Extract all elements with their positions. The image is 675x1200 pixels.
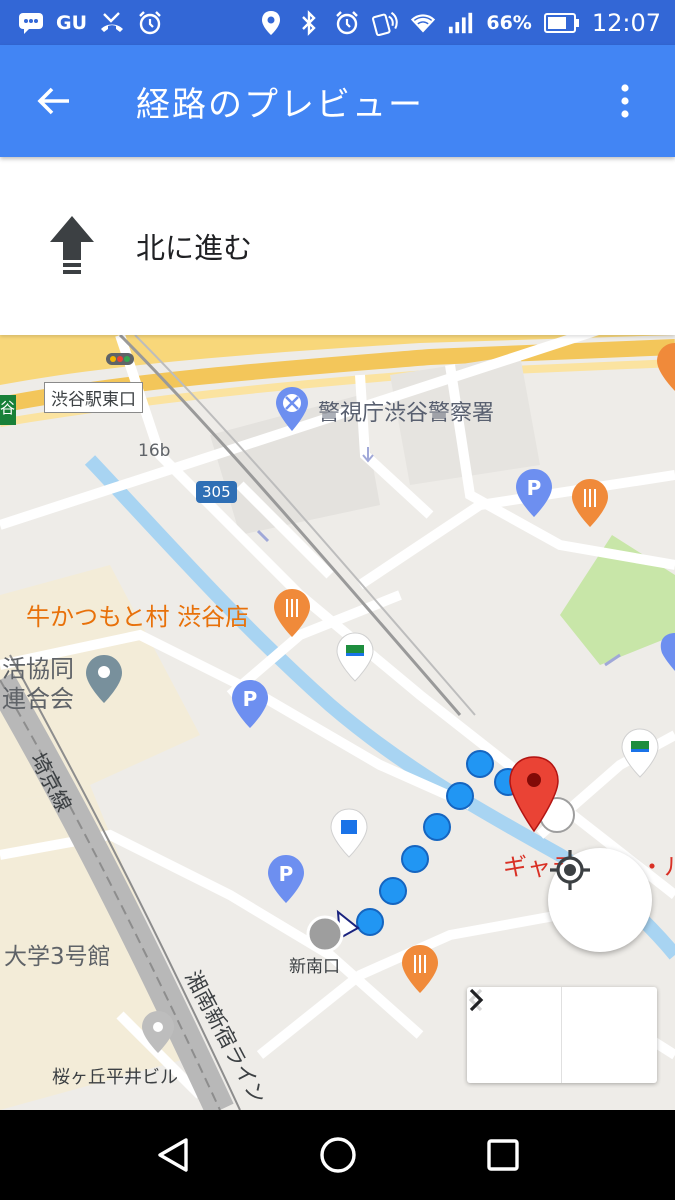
arrow-back-icon bbox=[37, 87, 69, 115]
my-location-icon bbox=[550, 850, 590, 890]
battery-icon bbox=[543, 10, 580, 36]
alarm-icon bbox=[334, 10, 360, 36]
road-code-label: 16b bbox=[138, 441, 171, 461]
store-poi-icon bbox=[621, 728, 659, 778]
nfc-icon bbox=[372, 10, 399, 36]
restaurant-label: 牛かつもと村 渋谷店 bbox=[26, 603, 250, 631]
system-home-button[interactable] bbox=[308, 1125, 368, 1185]
home-circle-icon bbox=[319, 1137, 356, 1173]
back-triangle-icon bbox=[157, 1138, 188, 1172]
next-step-button[interactable] bbox=[469, 987, 657, 1083]
station-exit-label: 渋谷駅東口 bbox=[44, 382, 143, 413]
bluetooth-icon bbox=[296, 9, 322, 36]
svg-text:P: P bbox=[243, 687, 258, 711]
step-navigation bbox=[467, 987, 657, 1083]
location-icon bbox=[258, 10, 284, 36]
start-marker bbox=[306, 915, 344, 953]
arrow-up-icon bbox=[50, 216, 94, 274]
svg-text:P: P bbox=[527, 476, 542, 500]
page-title: 経路のプレビュー bbox=[136, 84, 424, 125]
system-navigation-bar bbox=[0, 1110, 675, 1200]
recents-square-icon bbox=[486, 1139, 519, 1171]
clock: 12:07 bbox=[591, 8, 661, 37]
my-location-button[interactable] bbox=[548, 848, 652, 952]
phone-screen: GU 66% 12:07 経路のプレビュー 北に進む P P P 渋谷駅東口 谷… bbox=[0, 0, 675, 1200]
police-station-label: 警視庁渋谷警察署 bbox=[318, 401, 495, 426]
university-label: 大学3号館 bbox=[4, 944, 111, 970]
battery-percent: 66% bbox=[486, 11, 532, 34]
system-back-button[interactable] bbox=[143, 1125, 203, 1185]
more-vert-icon bbox=[621, 84, 629, 118]
more-options-button[interactable] bbox=[605, 75, 645, 127]
chevron-right-icon bbox=[469, 988, 484, 1012]
direction-step-panel: 北に進む bbox=[0, 157, 675, 335]
edge-poi-icon bbox=[660, 633, 675, 671]
message-icon bbox=[18, 10, 44, 36]
carrier-label: GU bbox=[56, 11, 88, 34]
route-number-badge: 305 bbox=[196, 481, 237, 503]
parking-poi-icon: P bbox=[516, 469, 552, 517]
missed-call-icon bbox=[99, 10, 125, 36]
edge-station-label: 谷 bbox=[0, 399, 16, 417]
signal-icon bbox=[448, 10, 474, 36]
wifi-icon bbox=[410, 10, 436, 36]
svg-text:P: P bbox=[279, 862, 294, 886]
app-bar: 経路のプレビュー bbox=[0, 45, 675, 157]
store-poi-icon bbox=[336, 632, 374, 682]
back-button[interactable] bbox=[28, 75, 80, 127]
parking-poi-icon: P bbox=[232, 680, 268, 728]
building-label: 桜ヶ丘平井ビル bbox=[52, 1067, 178, 1088]
status-bar: GU 66% 12:07 bbox=[0, 0, 675, 45]
parking-poi-icon: P bbox=[268, 855, 304, 903]
restaurant-poi-icon bbox=[402, 945, 438, 993]
system-recents-button[interactable] bbox=[473, 1125, 533, 1185]
map-view[interactable]: P P P 渋谷駅東口 谷 16b 305 警視庁渋谷警察署 牛かつもと村 渋谷… bbox=[0, 335, 675, 1110]
traffic-light-icon bbox=[106, 353, 134, 365]
alarm-icon bbox=[137, 10, 163, 36]
direction-instruction: 北に進む bbox=[136, 231, 253, 265]
south-exit-label: 新南口 bbox=[289, 957, 340, 977]
bank-poi-icon bbox=[330, 808, 368, 858]
restaurant-poi-icon bbox=[572, 479, 608, 527]
coop-label-line2: 連合会 bbox=[2, 685, 74, 713]
